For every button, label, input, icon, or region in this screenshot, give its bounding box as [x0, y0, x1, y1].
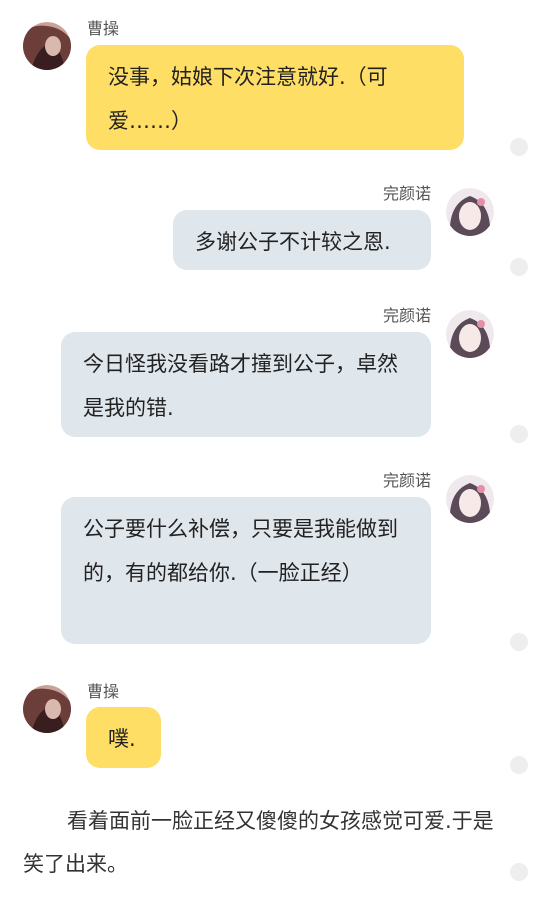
dot-icon[interactable]	[510, 425, 528, 443]
sender-name: 完颜诺	[382, 184, 431, 203]
cao-cao-avatar[interactable]	[23, 22, 71, 70]
wanyan-nuo-avatar[interactable]	[446, 310, 494, 358]
wanyan-nuo-avatar-icon	[446, 310, 494, 358]
dot-icon[interactable]	[510, 258, 528, 276]
wanyan-nuo-avatar[interactable]	[446, 188, 494, 236]
cao-cao-avatar-icon	[23, 22, 71, 70]
wanyan-nuo-avatar-icon	[446, 188, 494, 236]
narration-text: 看着面前一脸正经又傻傻的女孩感觉可爱.于是笑了出来。	[23, 809, 494, 876]
message-bubble[interactable]: 多谢公子不计较之恩.	[173, 210, 431, 270]
dot-icon[interactable]	[510, 863, 528, 881]
message-bubble[interactable]: 没事，姑娘下次注意就好.（可爱……）	[86, 45, 464, 150]
message-bubble[interactable]: 公子要什么补偿，只要是我能做到的，有的都给你.（一脸正经）	[61, 497, 431, 644]
message-bubble[interactable]: 噗.	[86, 707, 161, 768]
chat-story-view: 曹操 没事，姑娘下次注意就好.（可爱……） 完颜诺 多谢公子不计较之恩. 完颜诺…	[0, 0, 535, 897]
wanyan-nuo-avatar[interactable]	[446, 475, 494, 523]
sender-name: 完颜诺	[382, 306, 431, 325]
dot-icon[interactable]	[510, 633, 528, 651]
sender-name: 完颜诺	[382, 471, 431, 490]
message-bubble[interactable]: 今日怪我没看路才撞到公子，卓然是我的错.	[61, 332, 431, 437]
sender-name: 曹操	[87, 682, 120, 701]
wanyan-nuo-avatar-icon	[446, 475, 494, 523]
dot-icon[interactable]	[510, 138, 528, 156]
cao-cao-avatar[interactable]	[23, 685, 71, 733]
cao-cao-avatar-icon	[23, 685, 71, 733]
dot-icon[interactable]	[510, 756, 528, 774]
sender-name: 曹操	[87, 19, 120, 38]
